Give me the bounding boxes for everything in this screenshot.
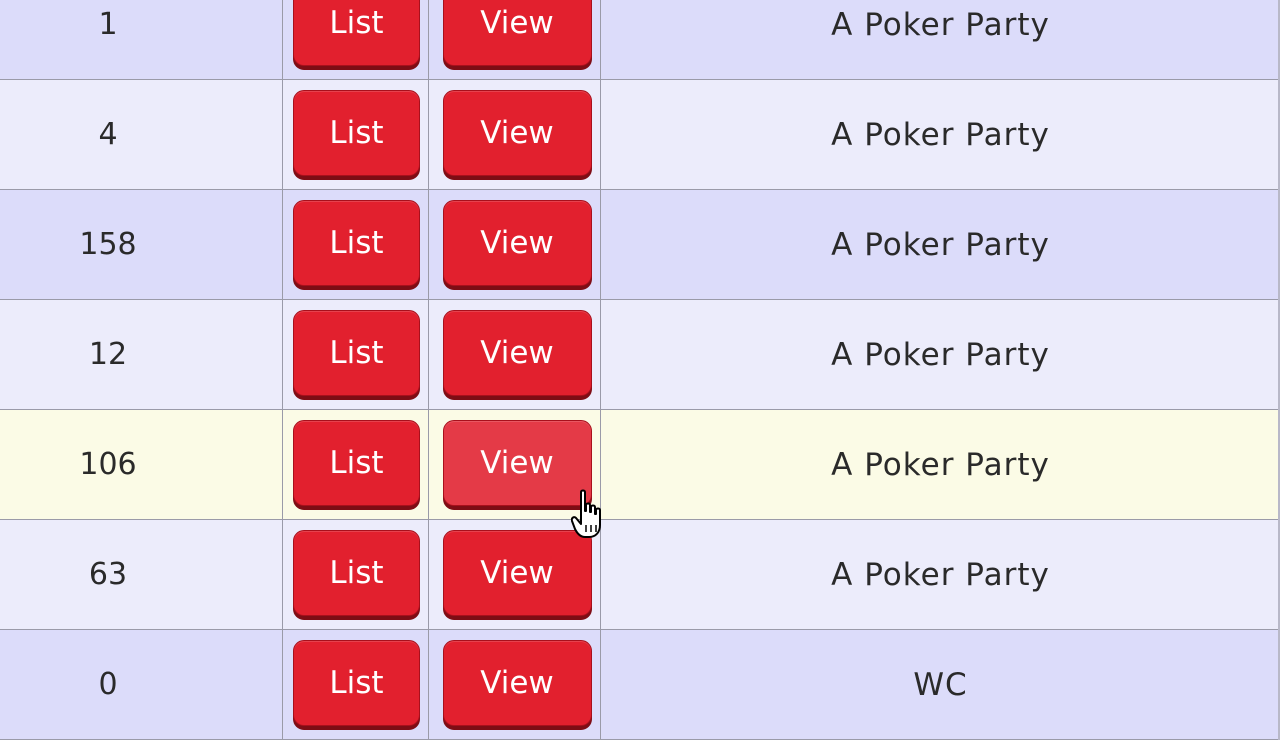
table-row: 1 List View A Poker Party [0,0,1278,80]
row-count: 12 [0,300,283,409]
view-button[interactable]: View [442,0,592,66]
table-row: 63 List View A Poker Party [0,520,1278,630]
view-button[interactable]: View [442,529,592,616]
list-button[interactable]: List [293,639,420,726]
event-name: A Poker Party [831,556,1050,593]
view-cell: View [429,300,601,409]
list-button[interactable]: List [293,309,420,396]
event-name: WC [913,666,968,703]
list-cell: List [283,630,429,739]
event-name: A Poker Party [831,6,1050,43]
view-button[interactable]: View [442,199,592,286]
view-button[interactable]: View [442,639,592,726]
list-cell: List [283,520,429,629]
table-row: 12 List View A Poker Party [0,300,1278,410]
list-button[interactable]: List [293,199,420,286]
list-cell: List [283,0,429,79]
view-cell: View [429,0,601,79]
list-cell: List [283,410,429,519]
view-button[interactable]: View [442,89,592,176]
table-row: 0 List View WC [0,630,1278,740]
view-button[interactable]: View [442,419,592,506]
row-count: 158 [0,190,283,299]
row-count: 0 [0,630,283,739]
event-name: A Poker Party [831,116,1050,153]
view-cell: View [429,630,601,739]
view-cell: View [429,80,601,189]
row-count: 4 [0,80,283,189]
event-name: A Poker Party [831,336,1050,373]
table-row: 4 List View A Poker Party [0,80,1278,190]
list-button[interactable]: List [293,89,420,176]
event-name: A Poker Party [831,226,1050,263]
view-cell: View [429,190,601,299]
view-button[interactable]: View [442,309,592,396]
table-row: 106 List View A Poker Party [0,410,1278,520]
row-count: 106 [0,410,283,519]
view-cell: View [429,410,601,519]
list-cell: List [283,300,429,409]
row-count: 63 [0,520,283,629]
row-count: 1 [0,0,283,79]
list-cell: List [283,80,429,189]
list-button[interactable]: List [293,419,420,506]
event-name: A Poker Party [831,446,1050,483]
events-table: 1 List View A Poker Party 4 List View A … [0,0,1280,740]
table-row: 158 List View A Poker Party [0,190,1278,300]
view-cell: View [429,520,601,629]
list-button[interactable]: List [293,529,420,616]
list-button[interactable]: List [293,0,420,66]
list-cell: List [283,190,429,299]
